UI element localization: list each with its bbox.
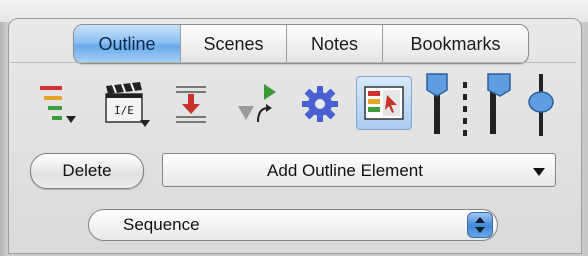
arrows-icon[interactable]: [236, 82, 280, 128]
delete-button[interactable]: Delete: [30, 153, 144, 189]
collapse-icon[interactable]: [174, 82, 210, 126]
tab-outline[interactable]: Outline: [74, 25, 180, 63]
outline-select-icon[interactable]: [356, 76, 412, 130]
text-size-large-icon[interactable]: [476, 72, 516, 138]
sequence-select[interactable]: Sequence: [88, 209, 498, 241]
chevron-down-icon: [475, 227, 485, 233]
select-stepper-icon: [467, 212, 493, 238]
tab-notes[interactable]: Notes: [286, 25, 382, 63]
outline-toolbar: I/E: [30, 72, 570, 142]
sequence-select-value: Sequence: [123, 215, 200, 234]
svg-text:I/E: I/E: [114, 104, 134, 117]
chevron-down-icon: [533, 168, 545, 176]
zoom-slider-icon[interactable]: [526, 72, 556, 138]
level-divider-icon: [460, 80, 470, 136]
tab-scenes[interactable]: Scenes: [180, 25, 286, 63]
clapper-ie-icon[interactable]: I/E: [102, 80, 152, 128]
add-outline-element-dropdown[interactable]: Add Outline Element: [162, 153, 556, 187]
text-size-small-icon[interactable]: [422, 72, 452, 138]
tab-divider: [10, 62, 576, 63]
outline-levels-icon[interactable]: [38, 82, 78, 126]
tab-bar: Outline Scenes Notes Bookmarks: [73, 24, 529, 64]
add-outline-element-label: Add Outline Element: [267, 161, 423, 180]
gear-icon[interactable]: [300, 84, 340, 124]
chevron-up-icon: [475, 217, 485, 223]
tab-bookmarks[interactable]: Bookmarks: [382, 25, 528, 63]
